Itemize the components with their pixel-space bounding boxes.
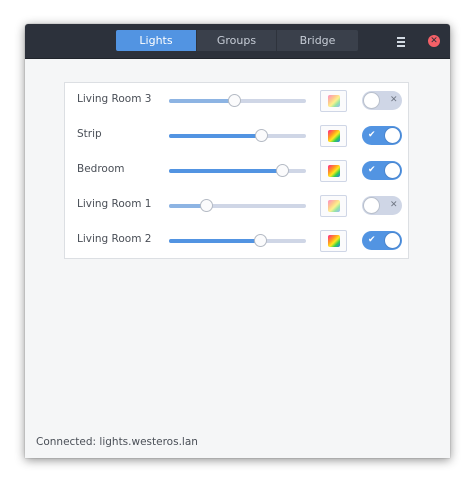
brightness-slider[interactable] bbox=[169, 129, 306, 142]
slider-fill bbox=[169, 134, 262, 138]
color-picker-button[interactable] bbox=[320, 160, 347, 182]
light-toggle[interactable]: ✕ bbox=[362, 91, 402, 110]
close-icon[interactable]: ✕ bbox=[428, 35, 440, 47]
color-picker-button[interactable] bbox=[320, 125, 347, 147]
color-picker-button[interactable] bbox=[320, 90, 347, 112]
tab-bridge[interactable]: Bridge bbox=[276, 30, 358, 51]
header-bar: Lights Groups Bridge ✕ bbox=[25, 24, 450, 59]
color-picker-button[interactable] bbox=[320, 230, 347, 252]
check-icon: ✔ bbox=[368, 235, 376, 245]
brightness-slider[interactable] bbox=[169, 164, 306, 177]
light-toggle[interactable]: ✕ bbox=[362, 196, 402, 215]
toggle-thumb bbox=[363, 197, 380, 214]
list-item: Living Room 1 ✕ bbox=[65, 188, 408, 223]
color-swatch-icon bbox=[328, 95, 340, 107]
light-toggle[interactable]: ✔ bbox=[362, 126, 402, 145]
light-name: Strip bbox=[77, 128, 102, 140]
list-item: Living Room 3 ✕ bbox=[65, 83, 408, 118]
slider-handle[interactable] bbox=[255, 129, 268, 142]
toggle-thumb bbox=[384, 232, 401, 249]
color-swatch-icon bbox=[328, 200, 340, 212]
color-swatch-icon bbox=[328, 130, 340, 142]
slider-fill bbox=[169, 239, 261, 243]
list-item: Strip ✔ bbox=[65, 118, 408, 153]
slider-handle[interactable] bbox=[254, 234, 267, 247]
light-name: Living Room 1 bbox=[77, 198, 152, 210]
app-window: Lights Groups Bridge ✕ Living Room 3 ✕ S… bbox=[25, 24, 450, 458]
color-swatch-icon bbox=[328, 165, 340, 177]
light-toggle[interactable]: ✔ bbox=[362, 231, 402, 250]
check-icon: ✔ bbox=[368, 165, 376, 175]
tab-lights[interactable]: Lights bbox=[116, 30, 196, 51]
slider-fill bbox=[169, 169, 283, 173]
slider-fill bbox=[169, 99, 235, 103]
light-name: Living Room 2 bbox=[77, 233, 152, 245]
toggle-thumb bbox=[384, 162, 401, 179]
light-toggle[interactable]: ✔ bbox=[362, 161, 402, 180]
toggle-thumb bbox=[384, 127, 401, 144]
slider-handle[interactable] bbox=[228, 94, 241, 107]
cross-icon: ✕ bbox=[390, 95, 398, 105]
brightness-slider[interactable] bbox=[169, 94, 306, 107]
light-name: Living Room 3 bbox=[77, 93, 152, 105]
lights-list: Living Room 3 ✕ Strip ✔ Bedroom ✔ Living… bbox=[64, 82, 409, 259]
view-switcher: Lights Groups Bridge bbox=[116, 30, 358, 51]
brightness-slider[interactable] bbox=[169, 234, 306, 247]
brightness-slider[interactable] bbox=[169, 199, 306, 212]
slider-handle[interactable] bbox=[276, 164, 289, 177]
hamburger-menu-icon[interactable] bbox=[393, 33, 409, 49]
connection-status: Connected: lights.westeros.lan bbox=[36, 436, 198, 448]
toggle-thumb bbox=[363, 92, 380, 109]
check-icon: ✔ bbox=[368, 130, 376, 140]
cross-icon: ✕ bbox=[390, 200, 398, 210]
color-swatch-icon bbox=[328, 235, 340, 247]
list-item: Bedroom ✔ bbox=[65, 153, 408, 188]
list-item: Living Room 2 ✔ bbox=[65, 223, 408, 258]
slider-handle[interactable] bbox=[200, 199, 213, 212]
light-name: Bedroom bbox=[77, 163, 125, 175]
color-picker-button[interactable] bbox=[320, 195, 347, 217]
tab-groups[interactable]: Groups bbox=[196, 30, 276, 51]
